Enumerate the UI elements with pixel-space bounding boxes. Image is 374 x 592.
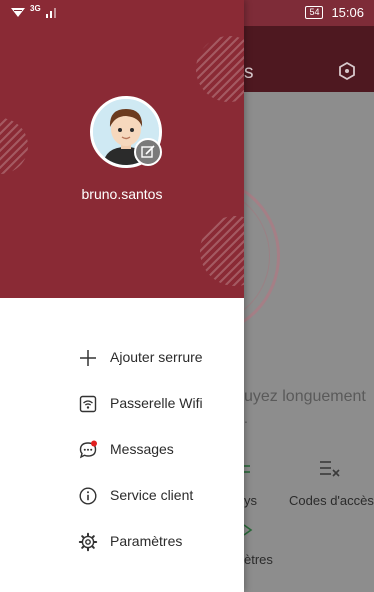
info-icon	[79, 487, 97, 505]
menu-item-label: Passerelle Wifi	[110, 395, 203, 411]
menu-item-label: Ajouter serrure	[110, 349, 203, 365]
tab-settings-label[interactable]: ètres	[244, 552, 273, 567]
edit-icon	[141, 145, 155, 158]
status-bar: 3G 54 15:06	[0, 0, 374, 26]
background-hint-2: .	[244, 410, 248, 426]
menu-item-messages[interactable]: Messages	[0, 432, 244, 468]
wifi-hotspot-icon	[11, 8, 25, 17]
menu-item-label: Paramètres	[110, 533, 183, 549]
menu-item-add-lock[interactable]: Ajouter serrure	[0, 340, 244, 376]
drawer-header: bruno.santos	[0, 0, 244, 298]
network-type: 3G	[30, 3, 41, 13]
settings-icon-fragment	[244, 524, 253, 536]
message-icon	[79, 440, 97, 459]
gear-icon	[78, 532, 98, 552]
unread-dot	[91, 440, 97, 447]
background-hint: uyez longuement	[244, 388, 366, 405]
signal-icon	[45, 8, 56, 18]
wifi-gateway-icon	[79, 395, 97, 413]
decorative-circle	[196, 36, 244, 102]
plus-icon	[80, 350, 96, 366]
tab-keys-label[interactable]: ys	[244, 493, 257, 508]
menu-item-wifi-gateway[interactable]: Passerelle Wifi	[0, 386, 244, 422]
decorative-circle	[0, 118, 28, 174]
menu-item-customer-service[interactable]: Service client	[0, 478, 244, 514]
tab-access-codes-label[interactable]: Codes d'accès	[289, 493, 374, 508]
background-title: s	[244, 62, 254, 83]
status-right: 54 15:06	[305, 5, 364, 20]
menu-item-label: Messages	[110, 441, 174, 457]
avatar[interactable]	[90, 96, 162, 168]
navigation-drawer: bruno.santos Ajouter serrure Passerelle …	[0, 0, 244, 592]
menu-item-settings[interactable]: Paramètres	[0, 524, 244, 560]
decorative-circle	[200, 216, 244, 286]
keys-icon-fragment	[244, 465, 250, 473]
status-left: 3G	[10, 3, 59, 18]
username: bruno.santos	[81, 186, 163, 202]
menu-item-label: Service client	[110, 487, 194, 503]
settings-badge-icon[interactable]	[336, 60, 358, 82]
status-time: 15:06	[331, 5, 364, 20]
access-codes-icon[interactable]	[318, 458, 340, 480]
battery-icon: 54	[305, 6, 324, 19]
edit-profile-button[interactable]	[134, 138, 162, 166]
